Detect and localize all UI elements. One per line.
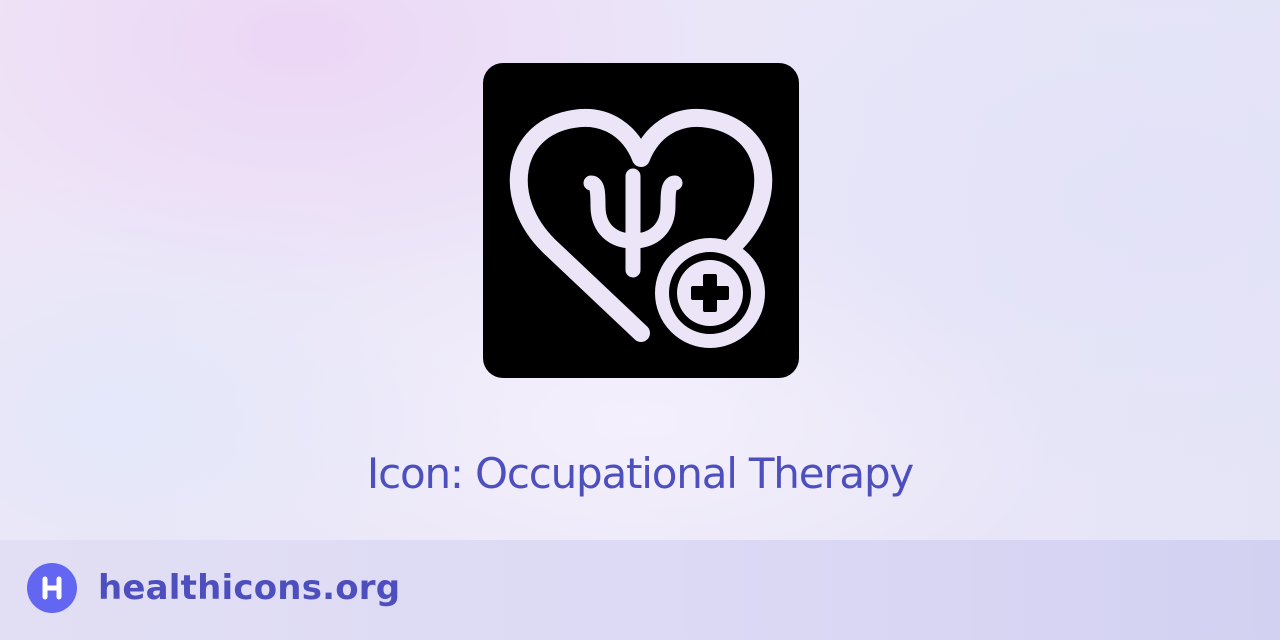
brand-link[interactable]: healthicons.org: [98, 568, 400, 608]
logo-glyph: [27, 563, 77, 613]
footer-bar: healthicons.org: [0, 540, 1280, 640]
icon-caption: Icon: Occupational Therapy: [366, 449, 914, 498]
occupational-therapy-icon: [483, 63, 799, 378]
occupational-therapy-glyph: [509, 108, 773, 348]
psi-symbol: [583, 168, 683, 278]
plus-horizontal: [691, 286, 729, 300]
healthicons-logo-icon[interactable]: [27, 563, 77, 613]
